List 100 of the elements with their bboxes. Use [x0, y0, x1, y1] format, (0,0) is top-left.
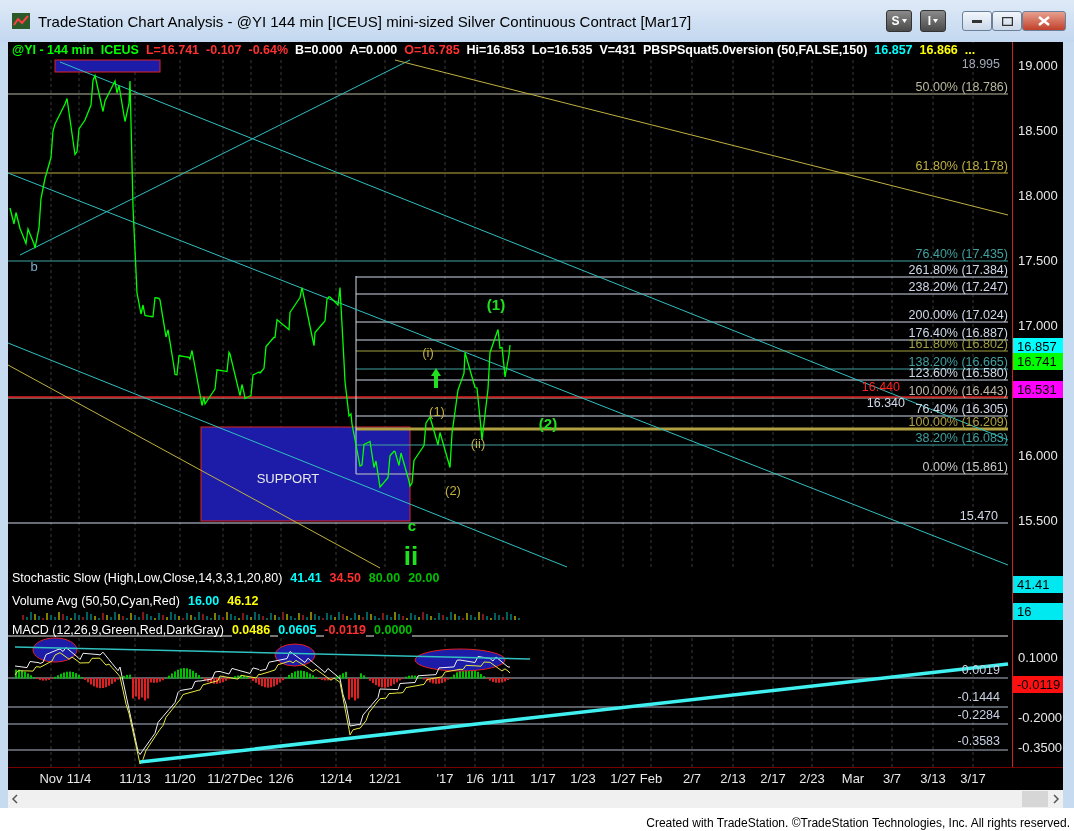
- price-axis-label: 19.000: [1018, 59, 1058, 73]
- close-button[interactable]: [1022, 11, 1066, 31]
- quote-field: -0.64%: [248, 43, 289, 57]
- indicator-title: Stochastic Slow (High,Low,Close,14,3,3,1,20,80): [12, 571, 283, 585]
- date-axis-label: 12/21: [368, 771, 402, 786]
- date-axis-label: Mar: [841, 771, 865, 786]
- menu-button[interactable]: I: [920, 10, 946, 32]
- wave-label: c: [407, 517, 417, 535]
- chart-app-icon: [12, 13, 30, 29]
- fib-level-label: 200.00% (17.024): [908, 308, 1008, 322]
- indicator-value: 0.0605: [278, 623, 317, 637]
- date-axis-label: 2/17: [760, 771, 786, 786]
- minimize-icon: [972, 19, 982, 23]
- date-axis-label: 1/27: [610, 771, 636, 786]
- price-badge: 16.741: [1013, 353, 1063, 370]
- date-axis-label: '17: [436, 771, 454, 786]
- indicator-value: 41.41: [290, 571, 322, 585]
- price-axis-label: 16.000: [1018, 449, 1058, 463]
- quote-field: ICEUS: [100, 43, 139, 57]
- support-label: SUPPORT: [256, 471, 320, 486]
- wave-label: ii: [403, 541, 419, 570]
- caret-icon: [933, 19, 939, 23]
- fib-level-label: 0.00% (15.861): [922, 460, 1008, 474]
- fib-level-label: 100.00% (16.443): [908, 384, 1008, 398]
- date-axis-label: Dec: [239, 771, 263, 786]
- quote-field: B=0.000: [295, 43, 343, 57]
- quote-field: -0.107: [206, 43, 242, 57]
- fib-level-label: 61.80% (18.178): [915, 159, 1008, 173]
- fib-level-label: 138.20% (16.665): [908, 355, 1008, 369]
- indicator-value: 80.00: [368, 571, 401, 585]
- quote-field: A=0.000: [349, 43, 398, 57]
- wave-label: (2): [538, 415, 558, 433]
- price-axis-label: 17.000: [1018, 319, 1058, 333]
- date-axis-label: 12/6: [268, 771, 294, 786]
- price-axis-label: 15.500: [1018, 514, 1058, 528]
- indicator-title: MACD (12,26,9,Green,Red,DarkGray): [12, 623, 224, 637]
- indicator-value: 16.00: [187, 594, 220, 608]
- date-axis-label: 2/13: [720, 771, 746, 786]
- quote-field: @YI - 144 min: [12, 43, 94, 57]
- quote-field: Hi=16.853: [466, 43, 525, 57]
- quote-field: O=16.785: [404, 43, 460, 57]
- indicator-value: 34.50: [329, 571, 361, 585]
- wave-label: (i): [422, 344, 434, 360]
- date-axis-label: 1/23: [570, 771, 596, 786]
- quote-field: 16.857: [874, 43, 913, 57]
- date-axis-label: 1/6: [465, 771, 485, 786]
- fib-level-label: 100.00% (16.209): [908, 415, 1008, 429]
- fib-level-label: 18.995: [961, 57, 1000, 71]
- level-label: -0.3583: [957, 734, 1000, 748]
- horizontal-scrollbar[interactable]: [8, 790, 1063, 808]
- date-axis-label: 11/27: [207, 771, 239, 786]
- date-axis-label: 3/17: [960, 771, 986, 786]
- indicator-badge: 16: [1013, 603, 1063, 620]
- level-label: -0.2284: [957, 708, 1000, 722]
- fib-level-label: 50.00% (18.786): [915, 80, 1008, 94]
- date-axis-label: 2/23: [799, 771, 825, 786]
- maximize-icon: [1001, 16, 1013, 26]
- macd-axis-label: 0.1000: [1018, 651, 1058, 665]
- date-axis-label: Nov: [39, 771, 63, 786]
- date-axis-label: Feb: [639, 771, 663, 786]
- fib-level-label: 238.20% (17.247): [908, 280, 1008, 294]
- level-label: -0.1444: [957, 690, 1000, 704]
- date-axis-label: 3/13: [920, 771, 946, 786]
- indicator-badge: -0.0119: [1013, 676, 1063, 693]
- quote-field: ...: [964, 43, 976, 57]
- up-arrow-icon: [431, 368, 441, 388]
- date-axis-label: 11/20: [164, 771, 196, 786]
- wave-label: b: [30, 258, 38, 274]
- indicator-value: 46.12: [227, 594, 259, 608]
- wave-label: (ii): [470, 435, 486, 451]
- caret-icon: [901, 19, 907, 23]
- indicator-value: 0.0000: [374, 623, 413, 637]
- minimize-button[interactable]: [962, 11, 992, 31]
- macd-axis-label: -0.3500: [1018, 741, 1063, 755]
- quote-field: L=16.741: [145, 43, 200, 57]
- price-axis-label: 18.500: [1018, 124, 1058, 138]
- date-axis-label: 12/14: [319, 771, 353, 786]
- quote-field: PBSPSquat5.0version (50,FALSE,150): [642, 43, 868, 57]
- indicator-badge: 41.41: [1013, 576, 1063, 593]
- quote-field: V=431: [599, 43, 636, 57]
- date-axis-label: 11/13: [119, 771, 151, 786]
- macd-axis-label: -0.2000: [1018, 711, 1063, 725]
- copyright-text: Created with TradeStation. ©TradeStation Technologies, Inc. All rights reserved.: [646, 816, 1070, 830]
- date-axis-label: 1/17: [530, 771, 556, 786]
- price-axis-label: 17.500: [1018, 254, 1058, 268]
- fib-level-label: 38.20% (16.083): [915, 431, 1008, 445]
- indicator-value: 0.0486: [231, 623, 271, 637]
- price-badge: 16.531: [1013, 381, 1063, 398]
- fib-level-label: 76.40% (17.435): [915, 247, 1008, 261]
- fib-level-label: 176.40% (16.887): [908, 326, 1008, 340]
- price-axis-label: 18.000: [1018, 189, 1058, 203]
- indicator-title: Volume Avg (50,50,Cyan,Red): [12, 594, 180, 608]
- scroll-thumb[interactable]: [1022, 791, 1048, 807]
- maximize-button[interactable]: [992, 11, 1022, 31]
- highlight-ellipse: [32, 637, 78, 663]
- menu-button[interactable]: S: [886, 10, 912, 32]
- window-title: TradeStation Chart Analysis - @YI 144 min [ICEUS] mini-sized Silver Continuous Contract [Mar17]: [38, 12, 693, 30]
- highlight-ellipse: [274, 643, 316, 667]
- close-icon: [1038, 16, 1050, 26]
- date-axis-label: 11/4: [66, 771, 92, 786]
